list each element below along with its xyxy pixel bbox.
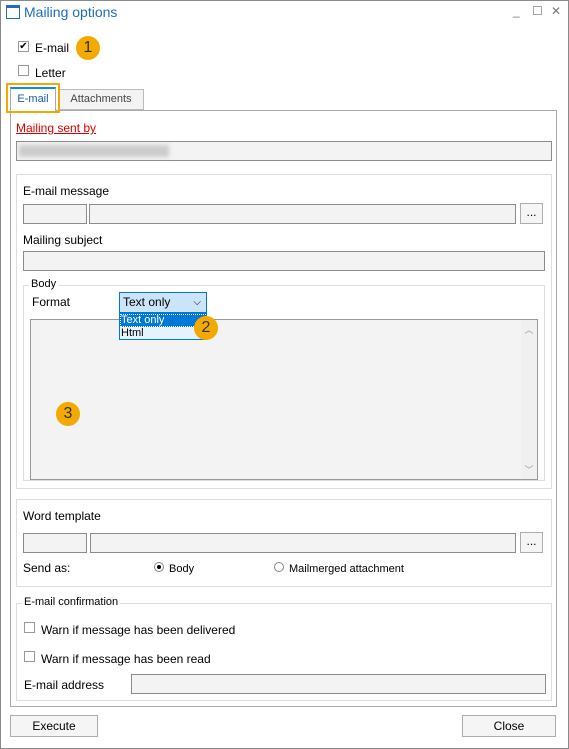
email-address-input[interactable] [131, 674, 546, 694]
tab-highlight [6, 83, 60, 113]
format-label: Format [32, 295, 71, 309]
mailing-subject-label: Mailing subject [23, 233, 103, 247]
mailing-subject-input[interactable] [23, 251, 545, 271]
word-template-name-input[interactable] [90, 533, 516, 553]
letter-checkbox-label: Letter [35, 66, 66, 80]
chevron-down-icon: ⌵ [193, 297, 201, 308]
word-template-code-input[interactable] [23, 533, 87, 553]
callout-badge-1: 1 [76, 36, 100, 60]
mailing-sent-by-link[interactable]: Mailing sent by [16, 121, 96, 135]
send-as-body-radio[interactable] [154, 562, 164, 572]
minimize-button[interactable]: _ [513, 4, 520, 18]
email-address-label: E-mail address [24, 678, 105, 692]
email-checkbox-label: E-mail [35, 41, 70, 55]
body-textarea[interactable]: ︿ ﹀ [30, 319, 538, 480]
format-option-text-only[interactable]: Text only [120, 314, 206, 327]
send-as-mailmerged-radio[interactable] [274, 562, 284, 572]
window-icon [6, 5, 20, 19]
body-legend: Body [29, 278, 59, 290]
blurred-value [19, 145, 169, 157]
mailing-sent-by-input[interactable] [16, 141, 552, 161]
email-message-label: E-mail message [23, 184, 110, 198]
callout-badge-3: 3 [56, 402, 80, 426]
letter-checkbox[interactable] [18, 65, 29, 76]
warn-read-label: Warn if message has been read [41, 652, 211, 666]
warn-delivered-label: Warn if message has been delivered [41, 623, 236, 637]
send-as-label: Send as: [23, 561, 71, 575]
word-template-label: Word template [23, 509, 101, 523]
send-as-mailmerged-label: Mailmerged attachment [289, 563, 404, 575]
send-as-body-label: Body [169, 563, 195, 575]
callout-badge-2: 2 [194, 316, 218, 340]
email-checkbox[interactable]: ✔ [18, 41, 29, 52]
email-message-browse-button[interactable]: ... [520, 203, 543, 224]
window-title: Mailing options [24, 4, 118, 20]
email-message-code-input[interactable] [23, 204, 87, 224]
warn-read-checkbox[interactable] [24, 651, 35, 662]
word-template-browse-button[interactable]: ... [520, 532, 543, 553]
textarea-scrollbar[interactable]: ︿ ﹀ [521, 320, 537, 479]
tab-attachments[interactable]: Attachments [58, 89, 144, 110]
email-confirmation-legend: E-mail confirmation [22, 596, 121, 608]
execute-button[interactable]: Execute [10, 715, 98, 737]
close-window-button[interactable]: ✕ [551, 4, 561, 18]
format-select[interactable]: Text only ⌵ [119, 292, 207, 313]
maximize-button[interactable]: ☐ [532, 4, 543, 18]
warn-delivered-checkbox[interactable] [24, 622, 35, 633]
email-message-name-input[interactable] [89, 204, 516, 224]
close-button[interactable]: Close [462, 715, 556, 737]
format-selected-value: Text only [123, 295, 171, 309]
